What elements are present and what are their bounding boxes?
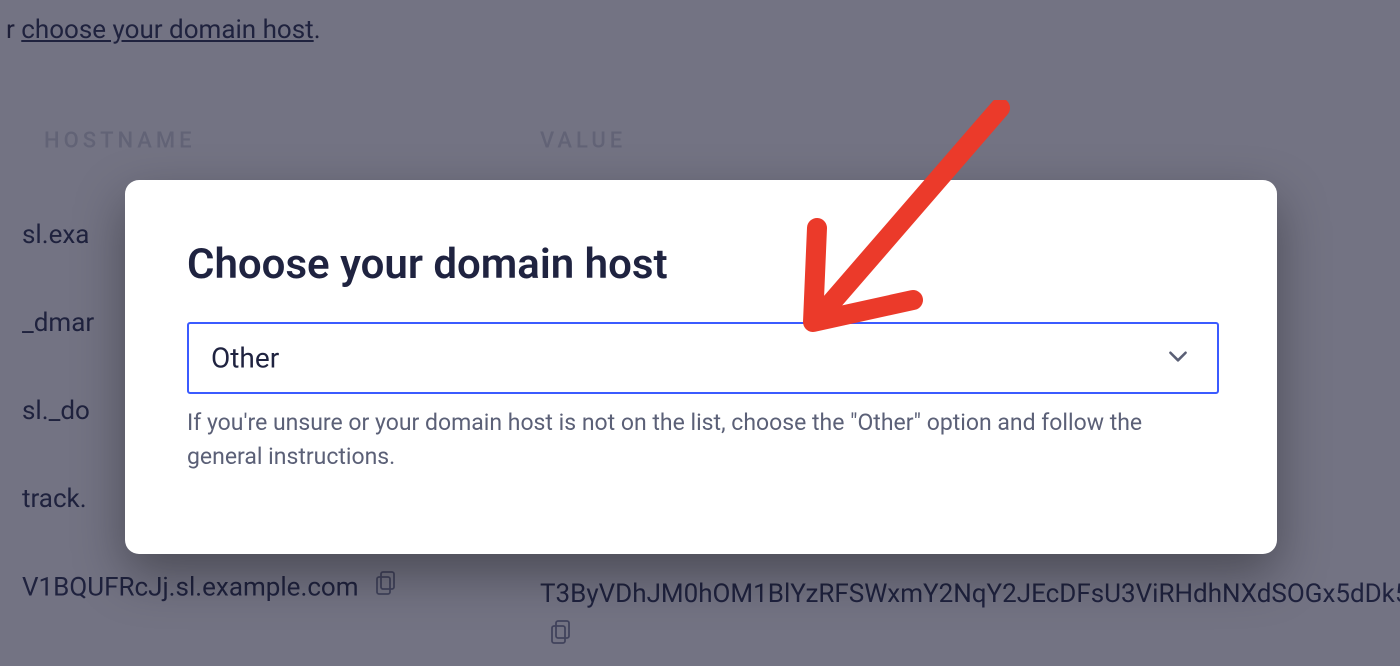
chevron-down-icon (1165, 343, 1191, 373)
choose-domain-host-modal: Choose your domain host Other If you're … (125, 180, 1277, 554)
select-value: Other (211, 342, 279, 375)
modal-title: Choose your domain host (187, 240, 668, 289)
domain-host-select[interactable]: Other (187, 322, 1219, 394)
select-helper-text: If you're unsure or your domain host is … (187, 406, 1197, 474)
